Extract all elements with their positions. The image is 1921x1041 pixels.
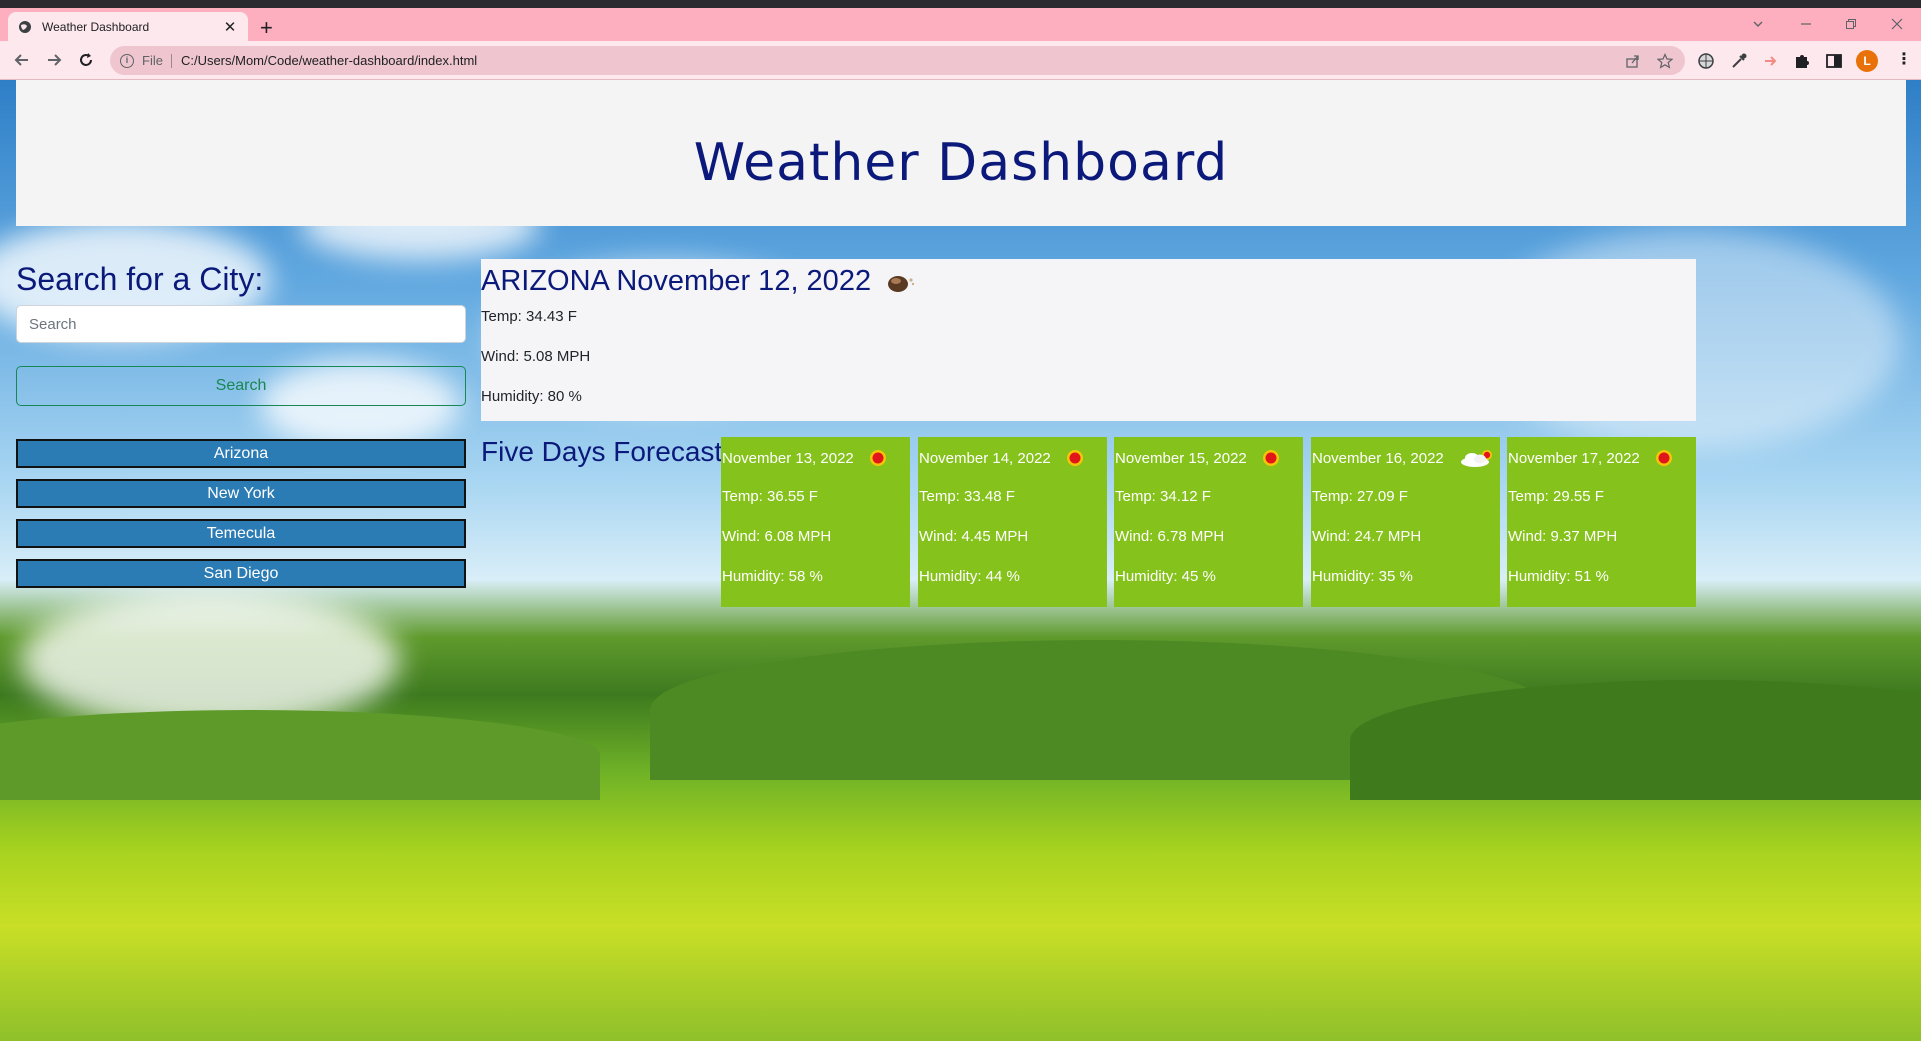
haze-icon [888,275,915,292]
sun-icon [1655,450,1672,466]
search-heading: Search for a City: [16,261,264,297]
info-icon[interactable]: i [120,53,134,68]
forecast-humidity: Humidity: 44 % [919,568,1020,585]
tab-search-icon[interactable] [1752,18,1764,30]
sun-icon [1066,450,1083,466]
forecast-date: November 15, 2022 [1115,449,1247,467]
forecast-card: November 17, 2022 Temp: 29.55 F Wind: 9.… [1507,437,1696,607]
share-icon[interactable] [1625,53,1641,69]
tab-title: Weather Dashboard [42,19,150,34]
close-window-icon[interactable] [1891,18,1903,30]
side-panel-icon[interactable] [1825,52,1843,70]
forecast-date: November 13, 2022 [722,449,854,467]
forecast-wind: Wind: 6.08 MPH [722,528,832,545]
city-button-san-diego[interactable]: San Diego [16,559,466,588]
url-text[interactable]: C:/Users/Mom/Code/weather-dashboard/inde… [181,53,477,68]
forecast-date: November 14, 2022 [919,449,1051,467]
forecast-date-row: November 14, 2022 [919,448,1085,468]
cloud-sun-icon [1460,450,1492,467]
forecast-wind: Wind: 6.78 MPH [1115,528,1225,545]
bookmark-star-icon[interactable] [1657,53,1673,69]
current-weather-card: ARIZONA November 12, 2022 Temp: 34.43 F … [481,259,1696,421]
extension-globe-icon[interactable] [1697,52,1715,70]
current-city-date: ARIZONA November 12, 2022 [481,265,872,297]
globe-icon [19,20,31,33]
tab-bar: Weather Dashboard ✕ + [0,8,1921,41]
background-hill [0,710,600,800]
forecast-card: November 16, 2022 Temp: 27.09 F Wind: 24… [1311,437,1500,607]
forecast-humidity: Humidity: 51 % [1508,568,1609,585]
search-button[interactable]: Search [16,366,466,406]
omnibox[interactable]: i File C:/Users/Mom/Code/weather-dashboa… [110,46,1685,75]
forecast-temp: Temp: 29.55 F [1508,488,1604,505]
forecast-card: November 15, 2022 Temp: 34.12 F Wind: 6.… [1114,437,1303,607]
forecast-date: November 17, 2022 [1508,449,1640,467]
current-humidity: Humidity: 80 % [481,388,582,405]
profile-avatar[interactable]: L [1856,50,1878,72]
back-icon[interactable] [12,50,32,70]
window-top-strip [0,0,1921,8]
restore-icon[interactable] [1845,18,1857,30]
forecast-heading: Five Days Forecast [481,436,723,467]
page-viewport: Weather Dashboard Search for a City: Sea… [0,80,1921,1041]
forecast-humidity: Humidity: 45 % [1115,568,1216,585]
forecast-date-row: November 17, 2022 [1508,448,1674,468]
minimize-icon[interactable] [1800,18,1812,30]
city-button-arizona[interactable]: Arizona [16,439,466,468]
address-bar: i File C:/Users/Mom/Code/weather-dashboa… [0,41,1921,80]
current-temp: Temp: 34.43 F [481,308,577,325]
puzzle-icon[interactable] [1793,52,1811,70]
city-button-temecula[interactable]: Temecula [16,519,466,548]
forecast-temp: Temp: 36.55 F [722,488,818,505]
menu-kebab-icon[interactable]: ⋮ [1896,51,1912,69]
forecast-card: November 14, 2022 Temp: 33.48 F Wind: 4.… [918,437,1107,607]
city-button-new-york[interactable]: New York [16,479,466,508]
url-scheme-label: File [142,53,172,68]
search-input[interactable] [16,305,466,343]
forecast-humidity: Humidity: 35 % [1312,568,1413,585]
forecast-date-row: November 15, 2022 [1115,448,1281,468]
forward-icon[interactable] [44,50,64,70]
background-cloud [20,590,400,730]
new-tab-button[interactable]: + [260,17,273,39]
extension-arrow-icon[interactable] [1762,52,1780,70]
close-icon[interactable]: ✕ [222,18,238,36]
forecast-date: November 16, 2022 [1312,449,1444,467]
eyedropper-icon[interactable] [1730,52,1748,70]
forecast-wind: Wind: 4.45 MPH [919,528,1029,545]
current-wind: Wind: 5.08 MPH [481,348,591,365]
page-title: Weather Dashboard [693,133,1229,193]
reload-icon[interactable] [76,50,96,70]
sun-icon [869,450,886,466]
forecast-wind: Wind: 24.7 MPH [1312,528,1422,545]
sun-icon [1262,450,1279,466]
forecast-humidity: Humidity: 58 % [722,568,823,585]
forecast-date-row: November 16, 2022 [1312,448,1494,468]
forecast-card: November 13, 2022 Temp: 36.55 F Wind: 6.… [721,437,910,607]
forecast-temp: Temp: 34.12 F [1115,488,1211,505]
forecast-temp: Temp: 33.48 F [919,488,1015,505]
current-weather-title: ARIZONA November 12, 2022 [481,265,915,298]
forecast-temp: Temp: 27.09 F [1312,488,1408,505]
forecast-date-row: November 13, 2022 [722,448,888,468]
tab-weather-dashboard[interactable]: Weather Dashboard ✕ [8,12,248,41]
forecast-wind: Wind: 9.37 MPH [1508,528,1618,545]
header-band: Weather Dashboard [16,80,1906,226]
